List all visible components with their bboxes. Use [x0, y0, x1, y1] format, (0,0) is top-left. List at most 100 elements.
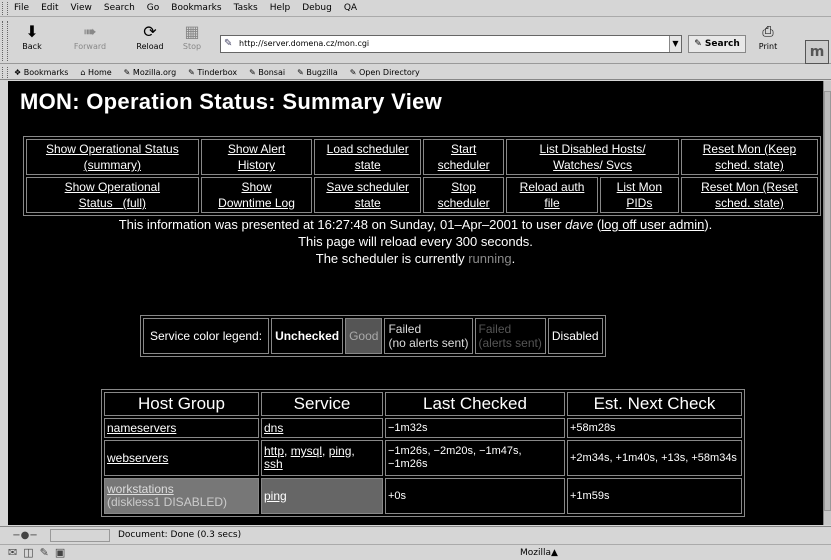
- url-field[interactable]: ✎ http://server.domena.cz/mon.cgi ▼: [220, 35, 682, 53]
- link-text: file: [544, 196, 560, 210]
- stop-scheduler-link[interactable]: Stop scheduler: [438, 180, 490, 210]
- toolbar-grip[interactable]: [2, 2, 8, 15]
- menu-file[interactable]: File: [14, 3, 29, 13]
- operations-table: Show Operational Status (summary) Show Al…: [23, 136, 821, 216]
- service-link[interactable]: http: [264, 444, 284, 458]
- start-scheduler-link[interactable]: Start scheduler: [438, 142, 490, 172]
- reset-mon-keep-link[interactable]: Reset Mon (Keep sched. state): [703, 142, 796, 172]
- table-row: workstations (diskless1 DISABLED) ping +0…: [104, 478, 742, 514]
- link-text: sched. state): [715, 158, 784, 172]
- save-scheduler-state-link[interactable]: Save scheduler state: [326, 180, 409, 210]
- menu-search[interactable]: Search: [104, 3, 135, 13]
- reload-button[interactable]: ⟳ Reload: [130, 22, 170, 52]
- ops-cell: Start scheduler: [423, 139, 505, 175]
- print-button[interactable]: ⎙ Print: [752, 22, 784, 52]
- home-link[interactable]: ⌂ Home: [80, 68, 117, 77]
- mozilla-throbber-icon[interactable]: m: [805, 40, 829, 64]
- table-row: webservers http, mysql, ping, ssh −1m26s,…: [104, 440, 742, 476]
- legend-unchecked: Unchecked: [271, 318, 344, 354]
- service-link[interactable]: ping: [264, 489, 287, 503]
- link-text: Reset Mon (Reset: [701, 180, 798, 194]
- link-text: Reset Mon (Keep: [702, 142, 797, 156]
- reset-mon-reset-link[interactable]: Reset Mon (Reset sched. state): [701, 180, 798, 210]
- service-cell: dns: [261, 418, 383, 438]
- menu-bookmarks[interactable]: Bookmarks: [171, 3, 221, 13]
- menu-qa[interactable]: QA: [344, 3, 357, 13]
- info-block: This information was presented at 16:27:…: [8, 216, 823, 267]
- service-cell: ping: [261, 478, 383, 514]
- link-text: List Disabled Hosts/: [539, 142, 646, 156]
- next-check-cell: +58m28s: [567, 418, 742, 438]
- list-disabled-link[interactable]: List Disabled Hosts/Watches/ Svcs: [540, 142, 646, 172]
- link-text: PIDs: [626, 196, 653, 210]
- host-group-link[interactable]: nameservers: [107, 421, 176, 435]
- forward-button[interactable]: ➠ Forward: [70, 22, 110, 52]
- stop-button[interactable]: ▦ Stop: [172, 22, 212, 52]
- ops-cell: List Mon PIDs: [599, 177, 679, 213]
- url-text: http://server.domena.cz/mon.cgi: [239, 39, 370, 48]
- show-alert-history-link[interactable]: Show Alert History: [228, 142, 285, 172]
- bookmarks-menu[interactable]: ❖ Bookmarks: [14, 68, 74, 77]
- next-check-cell: +2m34s, +1m40s, +13s, +58m34s: [567, 440, 742, 476]
- back-button[interactable]: ⬇ Back: [12, 22, 52, 52]
- toolbar-grip[interactable]: [2, 21, 8, 61]
- menu-debug[interactable]: Debug: [302, 3, 332, 13]
- bookmark-tinderbox[interactable]: ✎ Tinderbox: [188, 68, 243, 77]
- service-link[interactable]: ssh: [264, 457, 283, 471]
- vertical-scrollbar[interactable]: [823, 81, 831, 525]
- host-group-link[interactable]: webservers: [107, 451, 168, 465]
- reload-icon: ⟳: [143, 22, 157, 41]
- menu-tasks[interactable]: Tasks: [234, 3, 258, 13]
- bookmark-mozilla[interactable]: ✎ Mozilla.org: [124, 68, 182, 77]
- bookmark-label: Bonsai: [258, 67, 286, 77]
- host-status-table: Host Group Service Last Checked Est. Nex…: [101, 389, 745, 517]
- service-link[interactable]: ping: [329, 444, 352, 458]
- component-icons[interactable]: ✉◫✎▣: [8, 546, 71, 559]
- show-downtime-log-link[interactable]: Show Downtime Log: [218, 180, 295, 210]
- scheduler-post: .: [511, 251, 516, 266]
- legend-failed-alerts-sent: Failed (alerts sent): [474, 318, 546, 354]
- service-link[interactable]: mysql: [291, 444, 322, 458]
- bookmarks-label: Bookmarks: [23, 67, 69, 77]
- list-mon-pids-link[interactable]: List Mon PIDs: [617, 180, 662, 210]
- ops-cell: Reload auth file: [506, 177, 598, 213]
- legend-text: (alerts sent): [478, 336, 542, 350]
- stop-icon: ▦: [184, 22, 200, 41]
- menu-help[interactable]: Help: [270, 3, 291, 13]
- load-scheduler-state-link[interactable]: Load scheduler state: [327, 142, 409, 172]
- menu-edit[interactable]: Edit: [41, 3, 58, 13]
- host-group-cell: nameservers: [104, 418, 259, 438]
- host-group-cell: workstations (diskless1 DISABLED): [104, 478, 259, 514]
- reload-auth-file-link[interactable]: Reload auth file: [520, 180, 585, 210]
- bookmark-open-directory[interactable]: ✎ Open Directory: [350, 68, 426, 77]
- host-group-link[interactable]: workstations: [107, 482, 174, 496]
- bookmark-bugzilla[interactable]: ✎ Bugzilla: [297, 68, 344, 77]
- mozilla-label[interactable]: Mozilla▲: [520, 548, 558, 558]
- bookmark-bonsai[interactable]: ✎ Bonsai: [249, 68, 291, 77]
- menu-go[interactable]: Go: [147, 3, 159, 13]
- table-row: nameservers dns −1m32s +58m28s: [104, 418, 742, 438]
- link-text: Start: [450, 142, 477, 156]
- column-header: Service: [261, 392, 383, 416]
- show-status-summary-link[interactable]: Show Operational Status (summary): [46, 142, 179, 172]
- log-off-link[interactable]: log off user admin: [601, 217, 704, 232]
- back-arrow-icon: ⬇: [25, 22, 39, 41]
- search-button[interactable]: ✎ Search: [688, 35, 746, 53]
- menu-view[interactable]: View: [71, 3, 92, 13]
- status-bar: −●− Document: Done (0.3 secs): [0, 526, 831, 543]
- column-header: Host Group: [104, 392, 259, 416]
- last-checked-cell: +0s: [385, 478, 565, 514]
- service-link[interactable]: dns: [264, 421, 283, 435]
- show-status-full-link[interactable]: Show Operational Status (full): [65, 180, 160, 210]
- search-label: Search: [704, 39, 740, 49]
- link-text: scheduler: [437, 158, 490, 172]
- legend-text: Failed: [388, 322, 422, 336]
- legend-good: Good: [345, 318, 383, 354]
- bookmark-label: Mozilla.org: [132, 67, 177, 77]
- menu-bar: File Edit View Search Go Bookmarks Tasks…: [0, 0, 831, 17]
- back-label: Back: [22, 42, 42, 51]
- url-dropdown-icon[interactable]: ▼: [669, 36, 681, 52]
- scrollbar-thumb[interactable]: [824, 91, 831, 511]
- toolbar-grip[interactable]: [2, 67, 8, 78]
- link-text: Watches/ Svcs: [553, 158, 633, 172]
